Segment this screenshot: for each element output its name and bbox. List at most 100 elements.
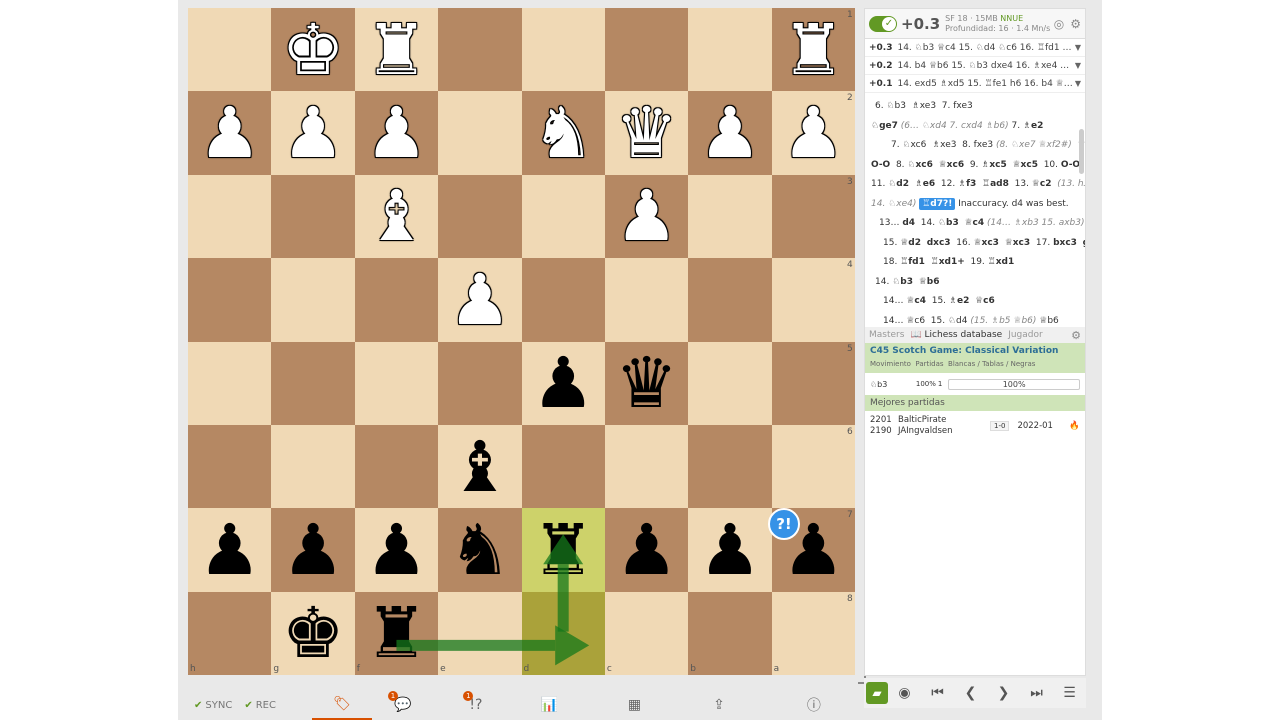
move-line[interactable]: 14. ♘b3 ♕b6	[865, 273, 1085, 293]
opening-name[interactable]: C45 Scotch Game: Classical Variation	[870, 345, 1080, 358]
share-tab[interactable]: ⇪	[707, 690, 731, 720]
white-king[interactable]: ♚	[271, 8, 354, 91]
move-line[interactable]: 14. ♘xe4) ♖d7?! Inaccuracy. d4 was best.	[865, 195, 1085, 215]
move-line[interactable]: O-O 8. ♘xc6 ♕xc6 9. ♗xc5 ♕xc5 10. O-O d5	[865, 156, 1085, 176]
square-c1[interactable]	[604, 8, 689, 92]
pv-line[interactable]: +0.1 14. exd5 ♗xd5 15. ♖fe1 h6 16. b4 ♕c6…	[865, 75, 1085, 93]
black-bishop[interactable]: ♝	[438, 425, 521, 508]
caret-down-icon[interactable]: ▼	[1075, 57, 1081, 74]
first-move-button[interactable]: ⏮	[921, 685, 954, 701]
move-line[interactable]: 18. ♖fd1 ♖xd1+ 19. ♖xd1	[865, 253, 1085, 273]
black-pawn[interactable]: ♟	[355, 508, 438, 591]
black-pawn[interactable]: ♟	[271, 508, 354, 591]
top-game-row[interactable]: 2201 2190 BalticPirate JAIngvaldsen 1-0 …	[865, 413, 1085, 439]
square-e5[interactable]	[438, 341, 522, 425]
square-e2[interactable]	[438, 91, 522, 175]
move-line[interactable]: 11. ♘d2 ♗e6 12. ♗f3 ♖ad8 13. ♕c2 (13. h3…	[865, 175, 1085, 195]
tab-masters[interactable]: Masters	[869, 330, 904, 340]
move-line[interactable]: 13… d4 14. ♘b3 ♕c4 (14… ♗xb3 15. axb3)	[865, 214, 1085, 234]
menu-button[interactable]: ☰	[1053, 685, 1086, 701]
prev-move-button[interactable]: ❮	[954, 685, 987, 701]
square-c8[interactable]	[604, 591, 689, 676]
gear-icon[interactable]: ⚙	[1071, 329, 1081, 342]
comments-tab[interactable]: 1 💬	[387, 690, 417, 720]
square-c6[interactable]	[604, 424, 689, 509]
white-pawn[interactable]: ♟	[772, 91, 855, 174]
white-bishop[interactable]: ♝	[355, 175, 438, 258]
square-b8[interactable]	[688, 591, 772, 676]
white-rook[interactable]: ♜	[355, 8, 438, 91]
engine-toggle[interactable]	[869, 15, 897, 32]
move-line[interactable]: 14… ♕c4 15. ♗e2 ♕c6	[865, 292, 1085, 312]
square-h8[interactable]	[188, 591, 272, 676]
white-knight[interactable]: ♞	[522, 91, 605, 174]
white-pawn[interactable]: ♟	[438, 258, 521, 341]
opening-explorer-button[interactable]: ▰	[866, 682, 888, 704]
move-line[interactable]: 15. ♕d2 dxc3 16. ♕xc3 ♕xc3 17. bxc3 g5	[865, 234, 1085, 254]
square-a8[interactable]	[771, 591, 856, 676]
multiboard-tab[interactable]: ▦	[622, 690, 647, 720]
move-line[interactable]: 14… ♕c6 15. ♘d4 (15. ♗b5 ♕b6) ♕b6	[865, 312, 1085, 326]
move-line[interactable]: 7. ♘xc6 ♗xe3 8. fxe3 (8. ♘xe7 ♕xf2#) ♕xc…	[865, 136, 1085, 156]
square-g3[interactable]	[271, 174, 355, 259]
white-rook[interactable]: ♜	[772, 8, 855, 91]
explorer-move-row[interactable]: ♘b3 100% 1 100%	[865, 373, 1085, 395]
square-a4[interactable]	[771, 258, 856, 342]
square-f4[interactable]	[354, 258, 439, 342]
square-h3[interactable]	[188, 174, 272, 259]
square-d6[interactable]	[521, 424, 605, 509]
black-rook[interactable]: ♜	[522, 508, 605, 591]
square-f5[interactable]	[354, 341, 439, 425]
move-tree-scrollbar[interactable]	[1079, 129, 1084, 174]
square-b4[interactable]	[688, 258, 772, 342]
white-queen[interactable]: ♛	[605, 91, 688, 174]
black-knight[interactable]: ♞	[438, 508, 521, 591]
next-move-button[interactable]: ❯	[987, 685, 1020, 701]
square-a3[interactable]	[771, 174, 856, 259]
black-queen[interactable]: ♛	[605, 342, 688, 425]
square-d4[interactable]	[521, 258, 605, 342]
black-pawn[interactable]: ♟	[188, 508, 271, 591]
target-icon[interactable]: ◎	[1054, 17, 1064, 31]
caret-down-icon[interactable]: ▼	[1075, 75, 1081, 92]
pv-line[interactable]: +0.3 14. ♘b3 ♕c4 15. ♘d4 ♘c6 16. ♖fd1 dxe…	[865, 39, 1085, 57]
square-b6[interactable]	[688, 424, 772, 509]
info-tab[interactable]: ⓘ	[801, 690, 827, 720]
black-pawn[interactable]: ♟	[605, 508, 688, 591]
tab-lichess-database[interactable]: 📖 Lichess database	[910, 330, 1002, 340]
tags-tab[interactable]: 🏷	[311, 690, 372, 720]
square-a6[interactable]	[771, 424, 856, 509]
black-pawn[interactable]: ♟	[522, 342, 605, 425]
black-king[interactable]: ♚	[271, 592, 354, 675]
square-e3[interactable]	[438, 174, 522, 259]
square-h5[interactable]	[188, 341, 272, 425]
server-eval-tab[interactable]: 📊	[534, 690, 563, 720]
white-pawn[interactable]: ♟	[605, 175, 688, 258]
square-d3[interactable]	[521, 174, 605, 259]
tab-player[interactable]: Jugador	[1008, 330, 1043, 340]
square-h1[interactable]	[188, 8, 272, 92]
square-a5[interactable]	[771, 341, 856, 425]
pv-line[interactable]: +0.2 14. b4 ♕b6 15. ♘b3 dxe4 16. ♗xe4 ♗xb…	[865, 57, 1085, 75]
last-move-button[interactable]: ⏭	[1020, 685, 1053, 701]
rec-toggle[interactable]: ✔ REC	[238, 690, 282, 720]
square-e1[interactable]	[438, 8, 522, 92]
white-pawn[interactable]: ♟	[355, 91, 438, 174]
gear-icon[interactable]: ⚙	[1070, 17, 1081, 31]
square-g6[interactable]	[271, 424, 355, 509]
square-b5[interactable]	[688, 341, 772, 425]
white-pawn[interactable]: ♟	[688, 91, 771, 174]
square-g5[interactable]	[271, 341, 355, 425]
white-pawn[interactable]: ♟	[188, 91, 271, 174]
sync-toggle[interactable]: ✔ SYNC	[188, 690, 238, 720]
black-pawn[interactable]: ♟	[688, 508, 771, 591]
black-rook[interactable]: ♜	[355, 592, 438, 675]
square-g4[interactable]	[271, 258, 355, 342]
square-d8[interactable]	[521, 591, 605, 676]
square-b1[interactable]	[688, 8, 772, 92]
practice-button[interactable]: ◉	[888, 685, 921, 701]
square-f6[interactable]	[354, 424, 439, 509]
caret-down-icon[interactable]: ▼	[1075, 39, 1081, 56]
square-d1[interactable]	[521, 8, 605, 92]
glyphs-tab[interactable]: 1!?	[463, 690, 488, 720]
